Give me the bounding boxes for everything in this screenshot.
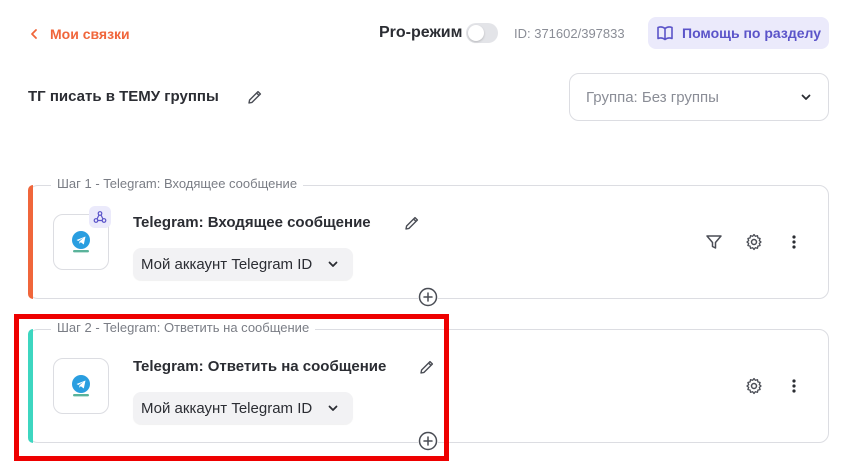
bundle-id: ID: 371602/397833 — [514, 26, 625, 41]
step-card-2[interactable]: Шаг 2 - Telegram: Ответить на сообщение … — [28, 320, 829, 443]
filter-button[interactable] — [704, 232, 724, 252]
app-icon-tile[interactable] — [53, 358, 109, 414]
more-button[interactable] — [784, 232, 804, 252]
add-step-button[interactable] — [418, 431, 438, 451]
pro-mode-toggle[interactable] — [466, 23, 499, 43]
step-actions — [704, 232, 804, 252]
account-select-value: Мой аккаунт Telegram ID — [141, 255, 313, 273]
settings-button[interactable] — [744, 376, 764, 396]
account-select-value: Мой аккаунт Telegram ID — [141, 399, 313, 417]
more-vertical-icon — [792, 379, 796, 393]
toggle-knob — [468, 25, 485, 41]
settings-button[interactable] — [744, 232, 764, 252]
more-vertical-icon — [792, 235, 796, 249]
pencil-icon[interactable] — [403, 214, 421, 232]
pencil-icon[interactable] — [418, 358, 436, 376]
book-icon — [657, 26, 673, 41]
page-title: ТГ писать в ТЕМУ группы — [28, 88, 219, 105]
step-title: Telegram: Ответить на сообщение — [133, 358, 387, 375]
pro-mode: Pro-режим — [379, 22, 499, 44]
help-button[interactable]: Помощь по разделу — [648, 17, 829, 49]
chevron-down-icon — [801, 94, 811, 100]
more-button[interactable] — [784, 376, 804, 396]
webhook-icon — [93, 211, 107, 223]
pencil-icon[interactable] — [246, 88, 264, 106]
plus-circle-icon — [418, 287, 438, 307]
webhook-badge — [89, 206, 111, 228]
gear-icon — [746, 377, 762, 395]
gear-icon — [746, 233, 762, 251]
account-select[interactable]: Мой аккаунт Telegram ID — [133, 248, 353, 280]
back-link-label: Мои связки — [50, 26, 130, 42]
group-select[interactable]: Группа: Без группы — [569, 73, 829, 121]
filter-icon — [706, 235, 722, 249]
account-select[interactable]: Мой аккаунт Telegram ID — [133, 392, 353, 424]
pro-mode-label: Pro-режим — [379, 24, 463, 41]
step-actions — [744, 376, 804, 396]
back-link[interactable]: Мои связки — [28, 24, 130, 44]
step-accent-bar — [28, 329, 33, 443]
plus-circle-icon — [418, 431, 438, 451]
chevron-down-icon — [328, 261, 338, 267]
group-select-value: Группа: Без группы — [586, 88, 719, 106]
telegram-icon — [72, 231, 90, 253]
step-card-1[interactable]: Шаг 1 - Telegram: Входящее сообщение Tel… — [28, 176, 829, 299]
step-title: Telegram: Входящее сообщение — [133, 214, 371, 231]
add-step-button[interactable] — [418, 287, 438, 307]
telegram-icon — [72, 375, 90, 397]
chevron-down-icon — [328, 405, 338, 411]
step-accent-bar — [28, 185, 33, 299]
step-label: Шаг 1 - Telegram: Входящее сообщение — [51, 176, 304, 191]
step-label: Шаг 2 - Telegram: Ответить на сообщение — [51, 320, 316, 335]
help-button-label: Помощь по разделу — [682, 25, 821, 41]
chevron-left-icon — [31, 29, 37, 39]
